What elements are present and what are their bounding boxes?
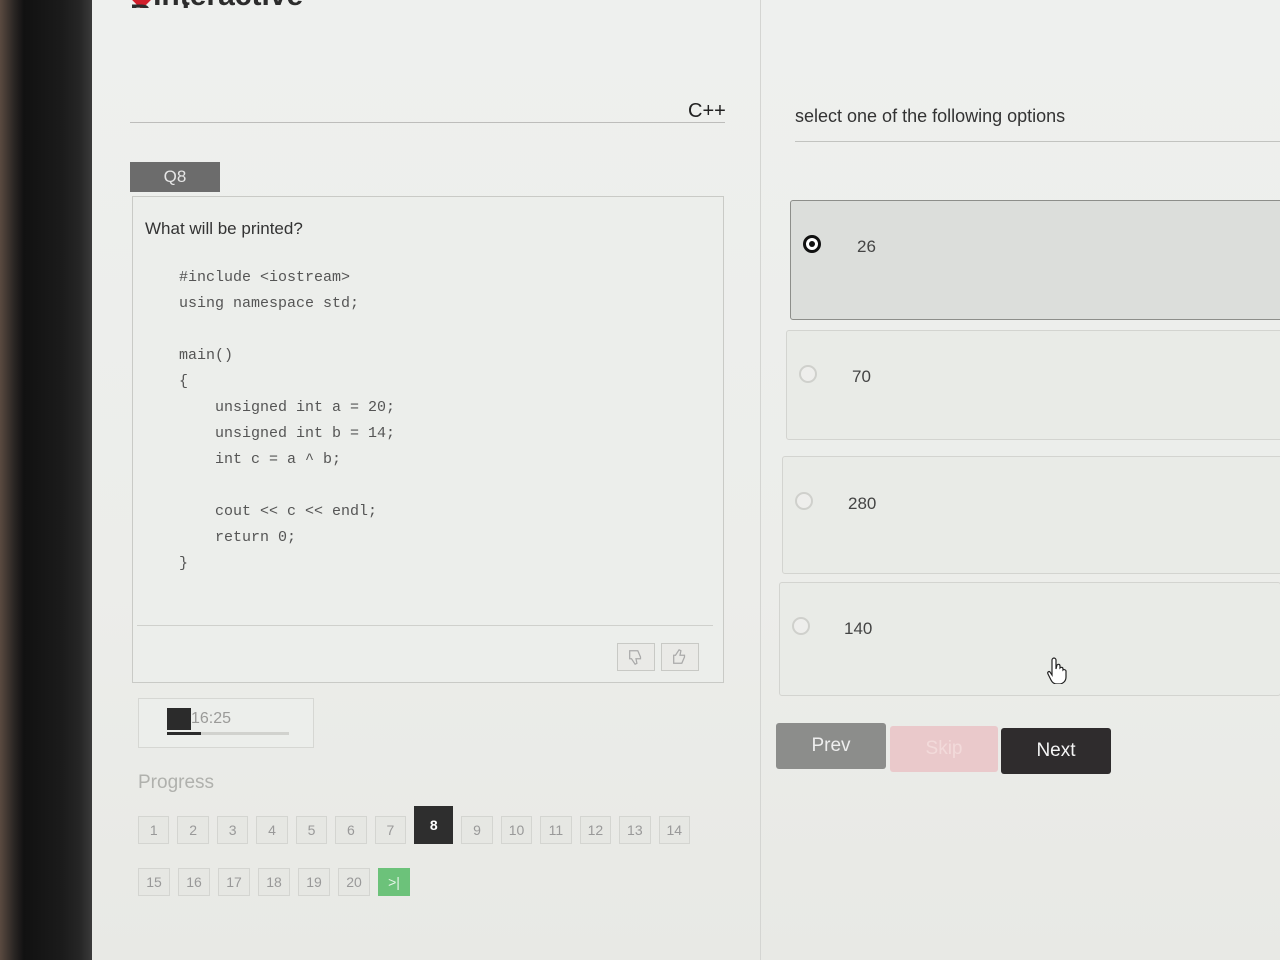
header-divider	[130, 122, 725, 123]
hand-pointer-icon	[1047, 657, 1067, 684]
answer-radio-3[interactable]	[795, 492, 813, 510]
progress-page-12[interactable]: 12	[579, 816, 612, 844]
answer-label-1: 26	[857, 237, 876, 256]
progress-last-page-button[interactable]: >|	[378, 868, 410, 896]
timer-progress-fill	[167, 732, 202, 735]
answer-radio-1[interactable]	[803, 235, 821, 253]
progress-page-7[interactable]: 7	[374, 816, 407, 844]
progress-page-5[interactable]: 5	[295, 816, 328, 844]
progress-page-10[interactable]: 10	[500, 816, 533, 844]
code-line: main()	[179, 347, 234, 364]
progress-page-9[interactable]: 9	[461, 816, 493, 844]
progress-pages: 1 2 3 4 5 6 7 8 9 10 11 12 13 14 15 16 17 18 19 20 >|	[138, 806, 698, 920]
progress-page-2[interactable]: 2	[177, 816, 209, 844]
answer-radio-2[interactable]	[799, 365, 817, 383]
code-line: using namespace std;	[179, 295, 360, 312]
timer-text: 16:25	[191, 710, 232, 727]
progress-page-18[interactable]: 18	[258, 868, 290, 896]
timer: 16:25	[138, 698, 314, 748]
like-button[interactable]	[661, 643, 699, 671]
answer-option-3[interactable]: 280	[782, 456, 1280, 574]
progress-page-13[interactable]: 13	[619, 816, 651, 844]
progress-page-15[interactable]: 15	[138, 868, 170, 896]
progress-page-14[interactable]: 14	[658, 816, 690, 844]
answer-label-4: 140	[844, 619, 873, 638]
progress-row-2: 15 16 17 18 19 20 >|	[138, 868, 698, 896]
next-button[interactable]: Next	[1001, 728, 1111, 774]
answer-label-2: 70	[852, 367, 871, 386]
skip-button[interactable]: Skip	[890, 726, 998, 772]
dislike-button[interactable]	[617, 643, 655, 671]
answer-option-1[interactable]: 26	[790, 200, 1280, 320]
code-line: return 0;	[179, 529, 297, 546]
progress-page-1[interactable]: 1	[138, 816, 170, 844]
monitor-bezel	[0, 0, 92, 960]
thumbs-down-icon	[629, 650, 642, 666]
code-line: unsigned int a = 20;	[179, 399, 396, 416]
answer-radio-4[interactable]	[792, 617, 810, 635]
brand-logo: ◆Interactive Brokers	[130, 0, 410, 8]
language-label: C++	[688, 100, 726, 122]
answer-option-4[interactable]: 140	[779, 582, 1280, 696]
code-line: {	[179, 373, 189, 390]
question-prompt: What will be printed?	[145, 219, 303, 238]
progress-page-6[interactable]: 6	[335, 816, 367, 844]
code-line: cout << c << endl;	[179, 503, 378, 520]
progress-page-11[interactable]: 11	[540, 816, 572, 844]
code-line: }	[179, 555, 189, 572]
code-block: #include <iostream> using namespace std; m…	[179, 265, 395, 577]
progress-page-3[interactable]: 3	[216, 816, 249, 844]
progress-page-17[interactable]: 17	[218, 868, 250, 896]
question-tab: Q8	[130, 162, 220, 192]
progress-row-1: 1 2 3 4 5 6 7 8 9 10 11 12 13 14	[138, 806, 698, 844]
progress-label: Progress	[138, 772, 215, 793]
question-footer-divider	[137, 625, 713, 626]
progress-page-20[interactable]: 20	[338, 868, 370, 896]
brand-name: Interactive Brokers	[130, 0, 303, 8]
code-line: #include <iostream>	[179, 269, 351, 286]
answer-label-3: 280	[848, 494, 877, 513]
panel-divider	[760, 0, 761, 960]
progress-page-4[interactable]: 4	[256, 816, 288, 844]
answers-title-divider	[795, 141, 1280, 142]
answers-title: select one of the following options	[795, 106, 1066, 126]
code-line: unsigned int b = 14;	[179, 425, 396, 442]
answer-option-2[interactable]: 70	[786, 330, 1280, 440]
question-panel: What will be printed? #include <iostream…	[132, 196, 724, 683]
thumbs-up-icon	[673, 648, 686, 664]
progress-page-16[interactable]: 16	[178, 868, 210, 896]
timer-progress-track	[167, 732, 289, 735]
code-line: int c = a ^ b;	[179, 451, 342, 468]
prev-button[interactable]: Prev	[776, 723, 886, 769]
timer-icon	[167, 708, 191, 730]
progress-page-8[interactable]: 8	[414, 806, 454, 844]
progress-page-19[interactable]: 19	[298, 868, 330, 896]
